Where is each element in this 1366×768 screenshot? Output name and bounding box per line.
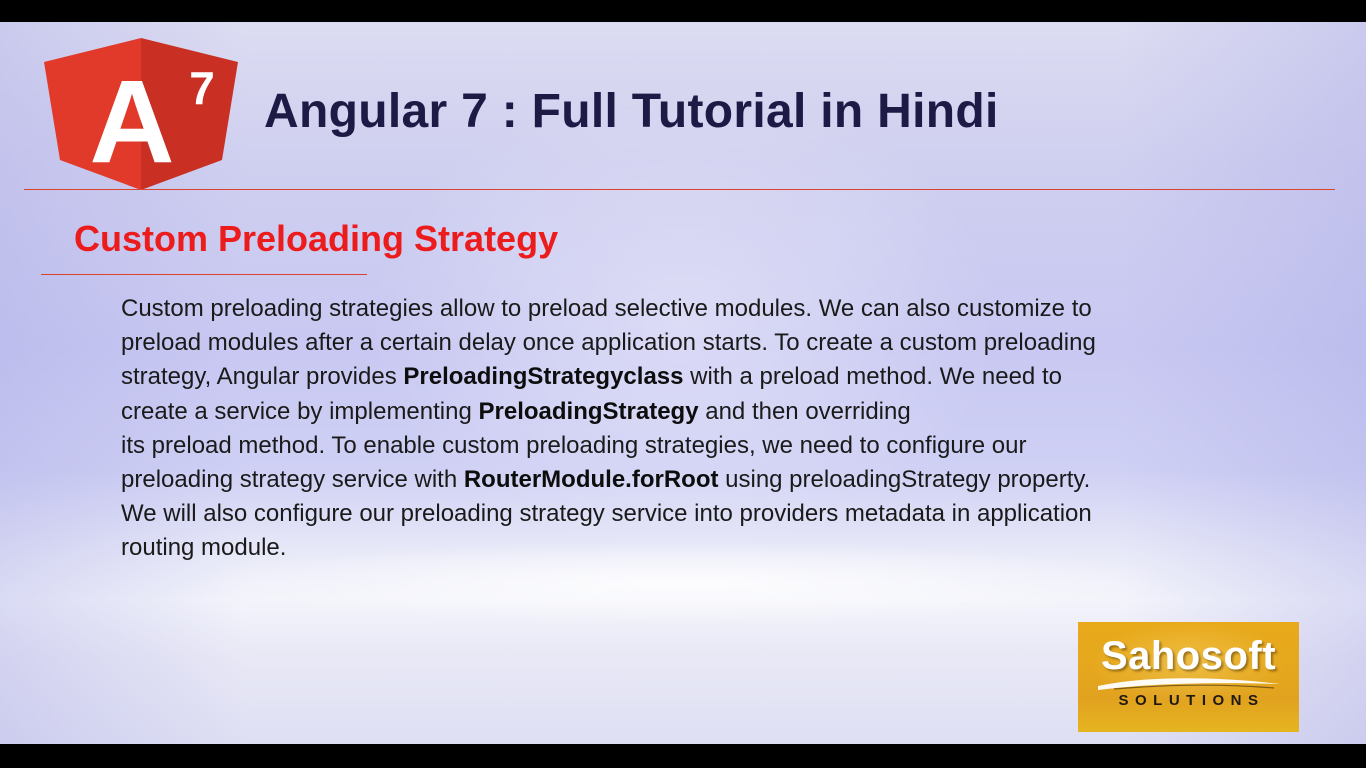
header-divider xyxy=(24,189,1335,190)
paragraph-line: create a service by implementing Preload… xyxy=(121,395,1281,429)
paragraph-line: preload modules after a certain delay on… xyxy=(121,326,1281,360)
slide: A 7 Angular 7 : Full Tutorial in Hindi C… xyxy=(0,22,1366,744)
text-segment: create a service by implementing xyxy=(121,397,479,425)
bold-term: PreloadingStrategyclass xyxy=(403,363,684,391)
paragraph-line: its preload method. To enable custom pre… xyxy=(121,429,1281,463)
text-segment: its preload method. To enable custom pre… xyxy=(121,431,1027,459)
page-title: Angular 7 : Full Tutorial in Hindi xyxy=(264,85,999,138)
logo-letter: A xyxy=(89,56,174,188)
text-segment: preloading strategy service with xyxy=(121,466,464,494)
video-frame: A 7 Angular 7 : Full Tutorial in Hindi C… xyxy=(0,0,1366,768)
paragraph-line: preloading strategy service with RouterM… xyxy=(121,463,1281,497)
logo-version: 7 xyxy=(189,62,215,114)
text-segment: and then overriding xyxy=(698,397,911,425)
bold-term: RouterModule.forRoot xyxy=(463,466,719,494)
brand-subtitle: SOLUTIONS xyxy=(1118,692,1265,709)
text-segment: routing module. xyxy=(121,534,287,562)
text-segment: strategy, Angular provides xyxy=(121,363,404,391)
paragraph-line: routing module. xyxy=(121,531,1281,565)
text-segment: Custom preloading strategies allow to pr… xyxy=(121,295,1092,322)
text-segment: preload modules after a certain delay on… xyxy=(121,329,1096,357)
sahosoft-logo-icon: Sahosoft SOLUTIONS xyxy=(1078,622,1299,732)
paragraph-line: We will also configure our preloading st… xyxy=(121,497,1281,531)
angular-logo-icon: A 7 xyxy=(44,38,238,190)
text-segment: using preloadingStrategy property. xyxy=(718,466,1091,494)
bold-term: PreloadingStrategy xyxy=(478,397,699,425)
paragraph-line: strategy, Angular provides PreloadingStr… xyxy=(121,360,1281,394)
text-segment: We will also configure our preloading st… xyxy=(121,500,1092,528)
brand-swoosh-icon xyxy=(1098,678,1280,690)
body-paragraph: Custom preloading strategies allow to pr… xyxy=(121,292,1281,566)
paragraph-line: Custom preloading strategies allow to pr… xyxy=(121,292,1281,326)
section-divider xyxy=(41,274,367,275)
brand-name: Sahosoft xyxy=(1100,634,1277,678)
section-title: Custom Preloading Strategy xyxy=(74,218,559,259)
text-segment: with a preload method. We need to xyxy=(683,363,1062,391)
